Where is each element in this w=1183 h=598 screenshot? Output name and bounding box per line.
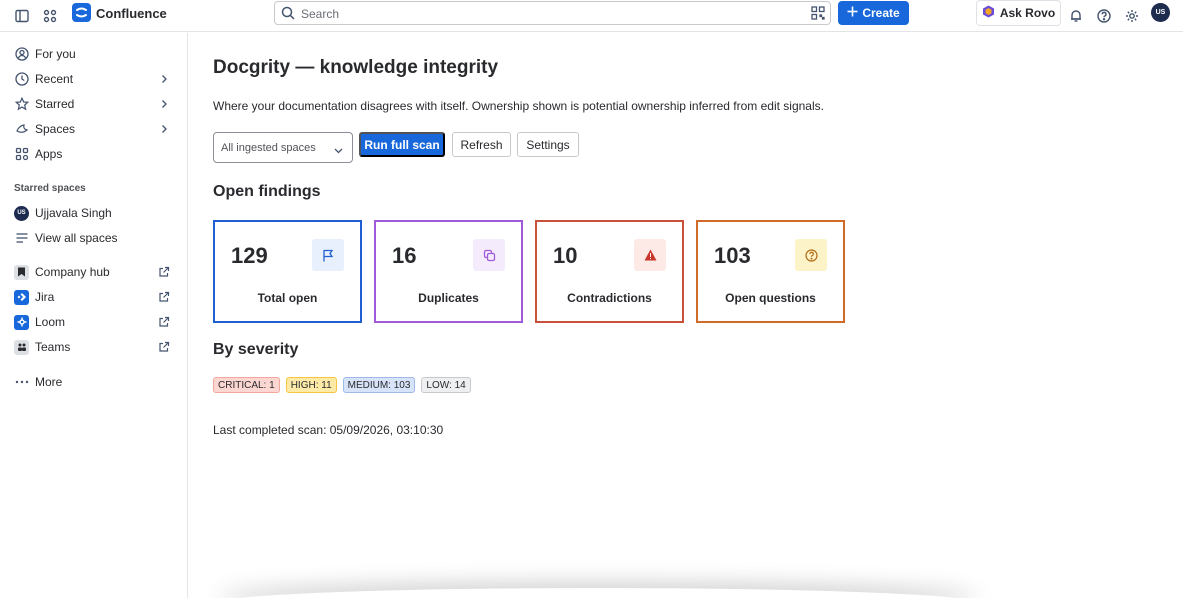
external-link-icon[interactable]	[158, 340, 170, 358]
qr-code-icon[interactable]	[811, 6, 825, 25]
spaces-icon	[15, 122, 29, 136]
more-dots-icon	[15, 375, 29, 389]
findings-label: Contradictions	[567, 291, 652, 305]
severity-badge-low: LOW: 14	[421, 377, 471, 393]
starred-spaces-heading: Starred spaces	[14, 183, 86, 194]
teams-icon	[14, 339, 29, 355]
sidebar-item-label: Apps	[35, 147, 63, 161]
open-findings-heading: Open findings	[213, 183, 321, 200]
top-navigation-bar: Confluence Search Create Ask Rovo US	[0, 0, 1183, 32]
severity-badge-medium: MEDIUM: 103	[342, 377, 416, 393]
external-link-icon[interactable]	[158, 265, 170, 283]
space-avatar: US	[14, 205, 29, 221]
create-button[interactable]: Create	[838, 1, 909, 25]
list-icon	[15, 231, 29, 245]
sidebar-item-label: Teams	[35, 340, 71, 354]
findings-label: Total open	[257, 291, 318, 305]
chevron-right-icon[interactable]	[158, 97, 170, 115]
severity-badge-high: HIGH: 11	[285, 377, 337, 393]
sidebar: For you Recent Starred Spaces Apps Starr…	[0, 33, 188, 598]
user-avatar[interactable]: US	[1151, 3, 1170, 22]
bottom-shadow	[218, 588, 978, 598]
confluence-logo-icon[interactable]	[72, 3, 91, 22]
findings-card-open-questions[interactable]: 103 Open questions	[696, 220, 845, 323]
plus-icon	[847, 6, 858, 20]
sidebar-item-label: Company hub	[35, 265, 110, 279]
sidebar-item-company-hub[interactable]: Company hub	[8, 261, 178, 283]
star-icon	[15, 97, 29, 111]
product-name[interactable]: Confluence	[96, 6, 167, 21]
sidebar-item-label: Jira	[35, 290, 55, 304]
findings-count: 129	[231, 243, 268, 268]
sidebar-item-label: View all spaces	[35, 231, 118, 245]
clock-icon	[15, 72, 29, 86]
findings-count: 103	[714, 243, 751, 268]
flag-icon	[312, 239, 344, 271]
chevron-right-icon[interactable]	[158, 72, 170, 90]
ask-rovo-label: Ask Rovo	[999, 6, 1056, 20]
loom-icon	[14, 314, 29, 330]
last-scan-timestamp: Last completed scan: 05/09/2026, 03:10:3…	[213, 423, 444, 437]
sidebar-item-label: Starred	[35, 97, 75, 111]
findings-count: 16	[392, 243, 417, 268]
app-switcher-icon[interactable]	[38, 4, 62, 28]
apps-icon	[15, 147, 29, 161]
findings-card-total-open[interactable]: 129 Total open	[213, 220, 362, 323]
page-title: Docgrity — knowledge integrity	[213, 57, 499, 78]
sidebar-item-view-all-spaces[interactable]: View all spaces	[8, 227, 178, 249]
sidebar-item-loom[interactable]: Loom	[8, 311, 178, 333]
chevron-down-icon	[333, 143, 344, 161]
sidebar-item-apps[interactable]: Apps	[8, 143, 178, 165]
severity-badge-critical: CRITICAL: 1	[213, 377, 280, 393]
search-input[interactable]: Search	[274, 1, 831, 25]
external-link-icon[interactable]	[158, 290, 170, 308]
page-description: Where your documentation disagrees with …	[213, 99, 824, 113]
settings-button[interactable]: Settings	[517, 132, 579, 157]
severity-badges: CRITICAL: 1 HIGH: 11 MEDIUM: 103 LOW: 14	[213, 377, 471, 393]
sidebar-toggle-icon[interactable]	[10, 4, 34, 28]
refresh-button[interactable]: Refresh	[452, 132, 511, 157]
company-hub-icon	[14, 264, 29, 280]
sidebar-item-for-you[interactable]: For you	[8, 43, 178, 65]
create-label: Create	[862, 6, 900, 20]
jira-icon	[14, 289, 29, 305]
sidebar-item-recent[interactable]: Recent	[8, 68, 178, 90]
by-severity-heading: By severity	[213, 341, 299, 358]
warning-icon	[634, 239, 666, 271]
external-link-icon[interactable]	[158, 315, 170, 333]
space-select[interactable]: All ingested spaces	[213, 132, 353, 163]
sidebar-item-jira[interactable]: Jira	[8, 286, 178, 308]
copy-icon	[473, 239, 505, 271]
sidebar-item-label: Loom	[35, 315, 66, 329]
run-full-scan-button[interactable]: Run full scan	[359, 132, 445, 157]
chevron-right-icon[interactable]	[158, 122, 170, 140]
rovo-icon	[982, 5, 995, 21]
sidebar-item-label: Spaces	[35, 122, 76, 136]
search-placeholder: Search	[301, 7, 340, 21]
findings-count: 10	[553, 243, 578, 268]
sidebar-item-teams[interactable]: Teams	[8, 336, 178, 358]
findings-label: Duplicates	[418, 291, 479, 305]
help-icon[interactable]	[1092, 4, 1116, 28]
sidebar-item-label: For you	[35, 47, 76, 61]
settings-gear-icon[interactable]	[1120, 4, 1144, 28]
ask-rovo-button[interactable]: Ask Rovo	[976, 0, 1061, 26]
notifications-bell-icon[interactable]	[1064, 4, 1088, 28]
sidebar-item-starred[interactable]: Starred	[8, 93, 178, 115]
space-select-value: All ingested spaces	[221, 142, 316, 154]
findings-label: Open questions	[725, 291, 816, 305]
search-icon	[281, 6, 295, 25]
sidebar-item-ujjavala-singh[interactable]: US Ujjavala Singh	[8, 202, 178, 224]
question-icon	[795, 239, 827, 271]
sidebar-item-label: More	[35, 375, 63, 389]
sidebar-item-more[interactable]: More	[8, 371, 178, 393]
person-icon	[15, 47, 29, 61]
sidebar-item-label: Recent	[35, 72, 74, 86]
findings-card-duplicates[interactable]: 16 Duplicates	[374, 220, 523, 323]
sidebar-item-label: Ujjavala Singh	[35, 206, 112, 220]
findings-card-contradictions[interactable]: 10 Contradictions	[535, 220, 684, 323]
sidebar-item-spaces[interactable]: Spaces	[8, 118, 178, 140]
